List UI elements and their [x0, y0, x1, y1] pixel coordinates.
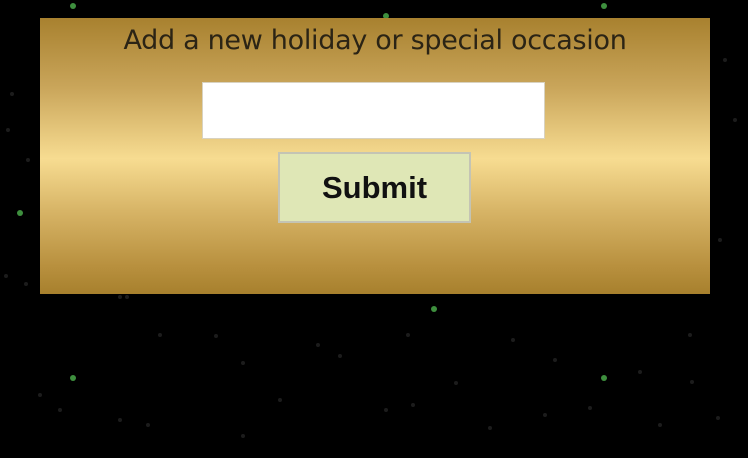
star — [10, 92, 14, 96]
star — [38, 393, 42, 397]
star — [723, 58, 727, 62]
star — [733, 118, 737, 122]
star — [588, 406, 592, 410]
star — [338, 354, 342, 358]
star — [17, 210, 23, 216]
add-occasion-panel: Add a new holiday or special occasion Su… — [40, 18, 710, 294]
star — [411, 403, 415, 407]
star — [26, 158, 30, 162]
star — [158, 333, 162, 337]
star — [58, 408, 62, 412]
star — [214, 334, 218, 338]
submit-button[interactable]: Submit — [278, 152, 471, 223]
star — [511, 338, 515, 342]
star — [431, 306, 437, 312]
star — [70, 3, 76, 9]
occasion-name-input[interactable] — [202, 82, 545, 139]
form-heading: Add a new holiday or special occasion — [123, 25, 627, 56]
star — [118, 418, 122, 422]
star — [278, 398, 282, 402]
star — [543, 413, 547, 417]
star — [125, 295, 129, 299]
star — [406, 333, 410, 337]
star — [601, 3, 607, 9]
star — [316, 343, 320, 347]
star — [384, 408, 388, 412]
star — [601, 375, 607, 381]
star — [241, 361, 245, 365]
star — [690, 380, 694, 384]
star — [118, 295, 122, 299]
star — [454, 381, 458, 385]
star — [716, 416, 720, 420]
star — [70, 375, 76, 381]
star — [146, 423, 150, 427]
star — [658, 423, 662, 427]
star — [718, 238, 722, 242]
star — [4, 274, 8, 278]
star — [241, 434, 245, 438]
star — [488, 426, 492, 430]
star — [6, 128, 10, 132]
star — [688, 333, 692, 337]
star — [553, 358, 557, 362]
star — [24, 282, 28, 286]
star — [638, 370, 642, 374]
